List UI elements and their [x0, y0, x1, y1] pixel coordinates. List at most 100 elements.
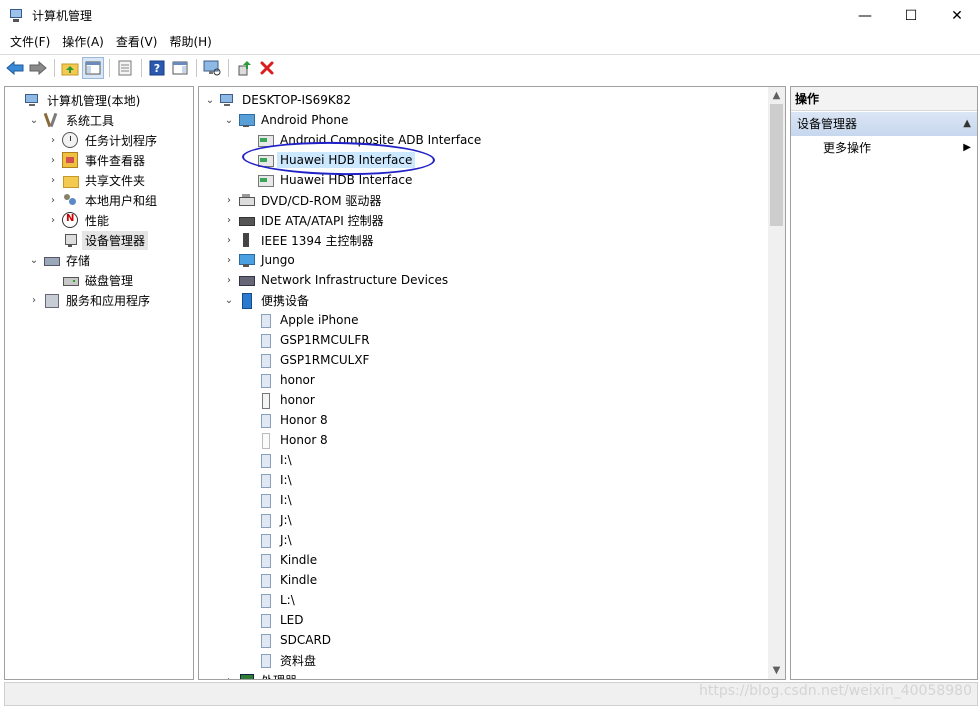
- portable-device-icon: [257, 532, 273, 548]
- chevron-placeholder: [242, 394, 254, 406]
- android-phone-icon: [238, 112, 255, 128]
- chevron-placeholder: [242, 374, 254, 386]
- collapsed-chevron-icon[interactable]: ›: [47, 134, 59, 146]
- device-tree-item[interactable]: LED: [242, 610, 307, 630]
- scan-hardware-button[interactable]: [201, 57, 223, 79]
- update-driver-button[interactable]: [233, 57, 255, 79]
- chevron-placeholder: [242, 174, 254, 186]
- menu-action[interactable]: 操作(A): [56, 32, 110, 52]
- device-tree-item[interactable]: 资料盘: [242, 650, 319, 670]
- device-tree-item[interactable]: › DVD/CD-ROM 驱动器: [223, 190, 384, 210]
- more-actions-item[interactable]: 更多操作 ▶: [791, 137, 977, 159]
- device-tree-item[interactable]: Huawei HDB Interface: [242, 150, 416, 170]
- device-tree-item[interactable]: › IEEE 1394 主控制器: [223, 230, 376, 250]
- scrollbar-thumb[interactable]: [770, 104, 783, 226]
- tree-item-label: SDCARD: [280, 633, 332, 647]
- console-tree-item[interactable]: › 本地用户和组: [47, 190, 160, 210]
- menu-help[interactable]: 帮助(H): [163, 32, 217, 52]
- device-tree-item[interactable]: ⌄ DESKTOP-IS69K82: [204, 90, 354, 110]
- actions-section-device-manager[interactable]: 设备管理器 ▲: [791, 112, 977, 136]
- device-tree-item[interactable]: I:\: [242, 450, 295, 470]
- console-tree-item[interactable]: ⌄ 系统工具: [28, 110, 117, 130]
- properties-button[interactable]: [114, 57, 136, 79]
- vertical-scrollbar[interactable]: ▲ ▼: [768, 87, 785, 679]
- console-tree-item[interactable]: › 任务计划程序: [47, 130, 160, 150]
- device-tree-item[interactable]: J:\: [242, 530, 295, 550]
- console-tree-item[interactable]: › 共享文件夹: [47, 170, 148, 190]
- collapsed-chevron-icon[interactable]: ›: [28, 294, 40, 306]
- device-tree-item[interactable]: ⌄ 便携设备: [223, 290, 312, 310]
- menu-bar: 文件(F) 操作(A) 查看(V) 帮助(H): [0, 31, 980, 53]
- device-tree-item[interactable]: Apple iPhone: [242, 310, 361, 330]
- forward-button[interactable]: [27, 57, 49, 79]
- collapsed-chevron-icon[interactable]: ›: [223, 234, 235, 246]
- device-tree-item[interactable]: Honor 8: [242, 410, 331, 430]
- device-tree-item[interactable]: Kindle: [242, 550, 320, 570]
- chevron-placeholder: [242, 314, 254, 326]
- device-tree-pane: ⌄ DESKTOP-IS69K82 ⌄ Android Phone Android Co…: [198, 86, 786, 680]
- device-tree-item[interactable]: ⌄ Android Phone: [223, 110, 351, 130]
- action-pane-button[interactable]: [169, 57, 191, 79]
- device-tree-item[interactable]: › Jungo: [223, 250, 298, 270]
- menu-view[interactable]: 查看(V): [110, 32, 164, 52]
- console-tree-item[interactable]: 磁盘管理: [47, 270, 136, 290]
- device-tree-item[interactable]: I:\: [242, 490, 295, 510]
- device-tree-item[interactable]: Kindle: [242, 570, 320, 590]
- device-tree-item[interactable]: I:\: [242, 470, 295, 490]
- expand-chevron-icon[interactable]: ⌄: [223, 294, 235, 306]
- expand-chevron-icon[interactable]: ⌄: [223, 114, 235, 126]
- console-tree-item[interactable]: › 事件查看器: [47, 150, 148, 170]
- chevron-placeholder: [242, 574, 254, 586]
- collapsed-chevron-icon[interactable]: ›: [223, 194, 235, 206]
- chevron-placeholder: [47, 234, 59, 246]
- back-button[interactable]: [4, 57, 26, 79]
- device-tree-item[interactable]: honor: [242, 370, 318, 390]
- console-tree-item[interactable]: 计算机管理(本地): [9, 90, 143, 110]
- device-tree-item[interactable]: GSP1RMCULXF: [242, 350, 372, 370]
- device-tree-item[interactable]: GSP1RMCULFR: [242, 330, 373, 350]
- device-tree-item[interactable]: Honor 8: [242, 430, 331, 450]
- collapsed-chevron-icon[interactable]: ›: [47, 154, 59, 166]
- device-tree-item[interactable]: › Network Infrastructure Devices: [223, 270, 451, 290]
- menu-file[interactable]: 文件(F): [4, 32, 56, 52]
- device-tree-item[interactable]: › 处理器: [223, 670, 300, 680]
- chevron-placeholder: [242, 534, 254, 546]
- scroll-down-icon[interactable]: ▼: [768, 662, 785, 679]
- maximize-button[interactable]: ☐: [888, 0, 934, 31]
- device-tree-item[interactable]: J:\: [242, 510, 295, 530]
- console-tree-item[interactable]: › 性能: [47, 210, 112, 230]
- scroll-up-icon[interactable]: ▲: [768, 87, 785, 104]
- up-level-button[interactable]: [59, 57, 81, 79]
- collapsed-chevron-icon[interactable]: ›: [47, 214, 59, 226]
- expand-chevron-icon[interactable]: ⌄: [28, 114, 40, 126]
- close-button[interactable]: ✕: [934, 0, 980, 31]
- portable-device-icon: [257, 332, 273, 348]
- device-tree-item[interactable]: › IDE ATA/ATAPI 控制器: [223, 210, 387, 230]
- show-hide-tree-button[interactable]: [82, 56, 104, 79]
- expand-chevron-icon[interactable]: ⌄: [28, 254, 40, 266]
- device-tree-item[interactable]: honor: [242, 390, 318, 410]
- expand-chevron-icon[interactable]: ⌄: [204, 94, 216, 106]
- device-tree-item[interactable]: L:\: [242, 590, 298, 610]
- collapsed-chevron-icon[interactable]: ›: [47, 194, 59, 206]
- device-tree-item[interactable]: SDCARD: [242, 630, 334, 650]
- minimize-button[interactable]: —: [842, 0, 888, 31]
- console-tree-item[interactable]: ⌄ 存储: [28, 250, 93, 270]
- help-button[interactable]: ?: [146, 57, 168, 79]
- tree-item-label: 性能: [85, 213, 110, 228]
- collapsed-chevron-icon[interactable]: ›: [223, 274, 235, 286]
- tree-item-label: I:\: [280, 473, 292, 487]
- device-tree-item[interactable]: Android Composite ADB Interface: [242, 130, 484, 150]
- device-tree-item[interactable]: Huawei HDB Interface: [242, 170, 415, 190]
- collapsed-chevron-icon[interactable]: ›: [223, 214, 235, 226]
- console-tree-item[interactable]: 设备管理器: [47, 230, 149, 250]
- network-device-icon: [238, 272, 255, 288]
- collapsed-chevron-icon[interactable]: ›: [223, 254, 235, 266]
- collapse-triangle-icon[interactable]: ▲: [963, 112, 971, 136]
- tree-item-label: LED: [280, 613, 304, 627]
- uninstall-device-button[interactable]: [256, 57, 278, 79]
- collapsed-chevron-icon[interactable]: ›: [47, 174, 59, 186]
- console-tree-item[interactable]: › 服务和应用程序: [28, 290, 153, 310]
- toolbar-separator: [54, 58, 55, 77]
- collapsed-chevron-icon[interactable]: ›: [223, 674, 235, 680]
